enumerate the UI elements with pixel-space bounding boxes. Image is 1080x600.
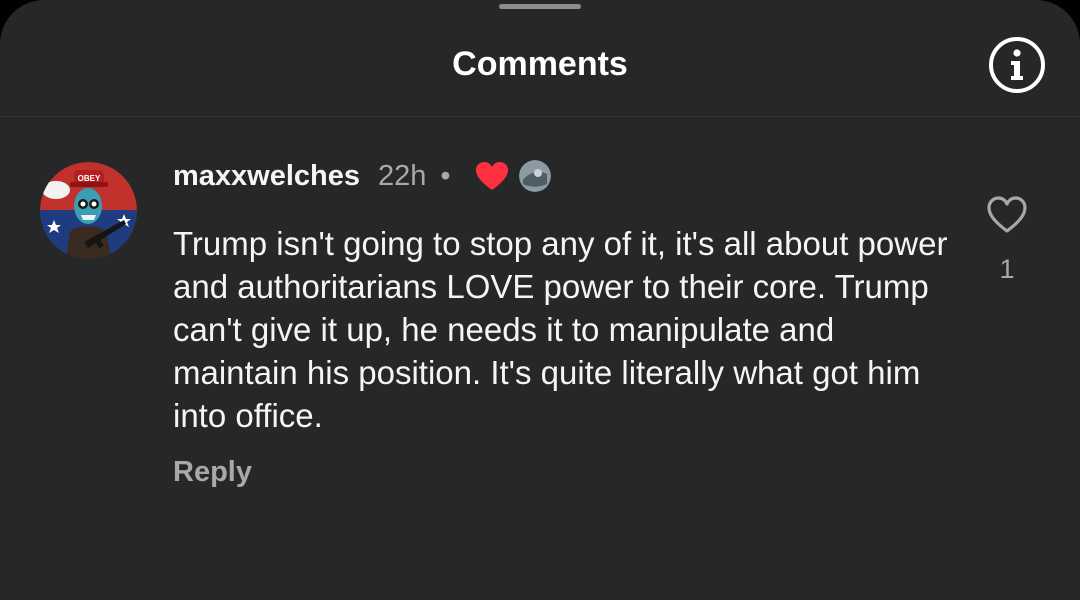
username[interactable]: maxxwelches xyxy=(173,156,360,196)
heart-outline-icon[interactable] xyxy=(986,195,1028,235)
comments-sheet: Comments OBEY maxxwelches 22h • Trump is… xyxy=(0,0,1080,600)
reply-button[interactable]: Reply xyxy=(173,452,252,492)
red-heart-icon xyxy=(475,161,509,191)
drag-handle[interactable] xyxy=(499,4,581,9)
author-avatar xyxy=(518,160,551,192)
page-title: Comments xyxy=(452,45,628,83)
comment-text: Trump isn't going to stop any of it, it'… xyxy=(173,225,948,434)
timestamp: 22h xyxy=(378,160,427,192)
avatar-cap-text: OBEY xyxy=(78,174,101,183)
like-count: 1 xyxy=(999,254,1015,284)
separator-dot: • xyxy=(440,160,451,192)
info-icon[interactable] xyxy=(987,35,1047,95)
header-divider xyxy=(0,116,1080,117)
comment-meta: maxxwelches 22h • xyxy=(173,156,551,196)
avatar[interactable]: OBEY xyxy=(40,162,137,259)
